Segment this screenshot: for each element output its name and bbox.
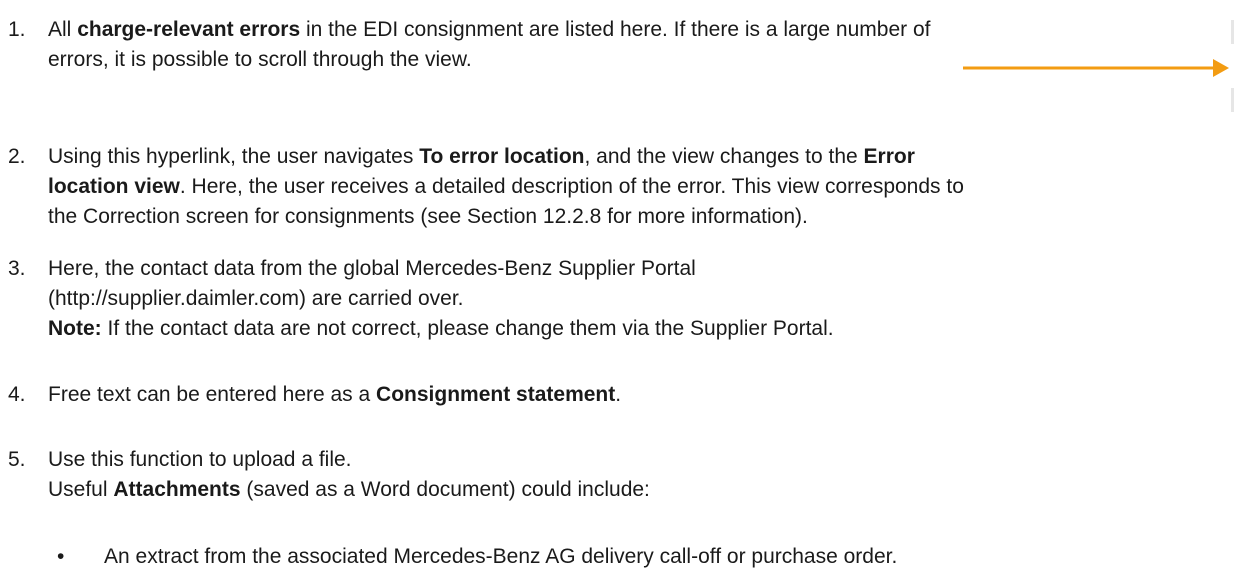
item-number: 3. (8, 257, 26, 280)
text-run: , and the view changes to the (584, 145, 864, 168)
item-text: Use this function to upload a file. Usef… (48, 445, 1228, 505)
bold-term: location view (48, 175, 180, 198)
bold-term: Consignment statement (376, 383, 616, 406)
orange-arrow-icon (963, 59, 1229, 77)
text-line: Free text can be entered here as a Consi… (48, 380, 1228, 410)
bold-term: To error location (419, 145, 585, 168)
item-number: 4. (8, 383, 26, 406)
text-run: Free text can be entered here as a (48, 383, 377, 406)
bullet-text: An extract from the associated Mercedes-… (104, 545, 898, 568)
text-line: Using this hyperlink, the user navigates… (48, 142, 1228, 172)
text-run: Using this hyperlink, the user navigates (48, 145, 420, 168)
text-run: Use this function to upload a file. (48, 448, 352, 471)
text-run: (http://supplier.daimler.com) are carrie… (48, 287, 464, 310)
text-run: the Correction screen for consignments (… (48, 205, 808, 228)
text-run: All (48, 18, 78, 41)
text-line: Useful Attachments (saved as a Word docu… (48, 475, 1228, 505)
item-text: Free text can be entered here as a Consi… (48, 380, 1228, 410)
text-run: errors, it is possible to scroll through… (48, 48, 472, 71)
arrow-head (1213, 59, 1229, 77)
text-run: Here, the contact data from the global M… (48, 257, 696, 280)
item-number: 2. (8, 145, 26, 168)
text-line: Use this function to upload a file. (48, 445, 1228, 475)
text-run: Useful (48, 478, 114, 501)
text-run: . (615, 383, 622, 406)
bold-term: Error (863, 145, 915, 168)
bullet-icon: • (57, 545, 65, 568)
text-run: (saved as a Word document) could include… (240, 478, 650, 501)
text-run: in the EDI consignment are listed here. … (300, 18, 931, 41)
item-number: 1. (8, 18, 26, 41)
bullet-item: • An extract from the associated Mercede… (0, 542, 1234, 572)
item-text: Here, the contact data from the global M… (48, 254, 1228, 344)
text-run: If the contact data are not correct, ple… (101, 317, 834, 340)
instruction-document: 1. All charge-relevant errors in the EDI… (0, 0, 1234, 585)
item-text: Using this hyperlink, the user navigates… (48, 142, 1228, 232)
text-line: All charge-relevant errors in the EDI co… (48, 15, 1228, 45)
text-line: Here, the contact data from the global M… (48, 254, 1228, 284)
text-line: location view. Here, the user receives a… (48, 172, 1228, 202)
text-line: (http://supplier.daimler.com) are carrie… (48, 284, 1228, 314)
text-line: the Correction screen for consignments (… (48, 202, 1228, 232)
text-line: Note: If the contact data are not correc… (48, 314, 1228, 344)
text-run: . Here, the user receives a detailed des… (179, 175, 964, 198)
bold-term: charge-relevant errors (77, 18, 301, 41)
bold-term: Note: (48, 317, 102, 340)
bold-term: Attachments (113, 478, 241, 501)
item-number: 5. (8, 448, 26, 471)
